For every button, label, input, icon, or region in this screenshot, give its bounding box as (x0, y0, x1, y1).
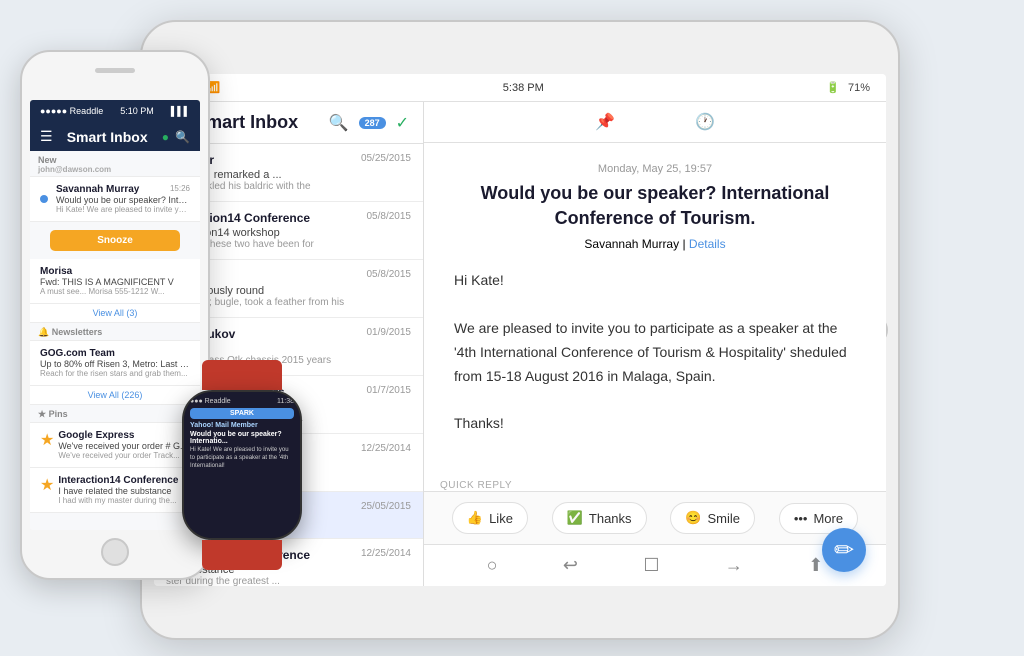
email-greeting: Hi Kate! (454, 269, 856, 293)
reply-bottom-icon[interactable]: ↩ (563, 555, 578, 576)
details-link[interactable]: Details (689, 237, 726, 251)
ipad-status-right: 🔋 71% (826, 81, 870, 94)
quick-reply-section: QUICK REPLY 👍 Like ✅ Thanks (424, 476, 886, 544)
email-count-badge: 287 (359, 117, 386, 129)
clock-icon[interactable]: 🕐 (695, 112, 715, 132)
section-pins-label: ★ Pins (38, 409, 68, 419)
section-account: john@dawson.com (38, 165, 192, 174)
watch-brand: ●●● Readdle (190, 398, 231, 405)
ipad-time: 5:38 PM (503, 82, 544, 94)
unread-dot (40, 195, 48, 203)
iphone-search-icon[interactable]: 🔍 (175, 130, 190, 144)
share-bottom-icon[interactable]: ⬆ (808, 555, 823, 576)
home-bottom-icon[interactable]: ○ (487, 555, 498, 576)
iphone-online-dot: ● (162, 130, 169, 144)
iphone-home-button[interactable] (101, 538, 129, 566)
more-label: More (813, 511, 843, 526)
pin-icon[interactable]: 📌 (595, 112, 615, 132)
battery-pct: 71% (848, 82, 870, 94)
watch-strap-bottom (202, 540, 282, 570)
signature-block: 👩 Savannah Murray savannah@murray.com +4… (454, 456, 856, 476)
quick-reply-label: QUICK REPLY (424, 476, 886, 491)
view-all-new[interactable]: View All (3) (30, 304, 200, 323)
section-new-label: New (38, 155, 57, 165)
smile-label: Smile (708, 511, 741, 526)
ipad-bottom-bar: ○ ↩ ☐ → ⬆ ✏ (424, 544, 886, 586)
ellipsis-icon: ••• (794, 511, 808, 526)
from-name: Savannah Murray (584, 237, 679, 251)
watch-body: ●●● Readdle 11:38 SPARK Yahoo! Mail Memb… (182, 390, 302, 540)
scene: iPad ▾ 📶 5:38 PM 🔋 71% ☰ Smart Inbox (0, 0, 1024, 656)
watch-notification-header: Yahoo! Mail Member (190, 422, 294, 429)
iphone-speaker (95, 68, 135, 73)
detail-toolbar: 📌 🕐 (424, 102, 886, 143)
pin-star-icon: ★ (40, 430, 54, 450)
watch-screen: ●●● Readdle 11:38 SPARK Yahoo! Mail Memb… (184, 392, 300, 538)
iphone-section-new: New john@dawson.com (30, 151, 200, 177)
iphone-time: 5:10 PM (120, 106, 154, 116)
iphone-nav-bar: ☰ Smart Inbox ● 🔍 (30, 122, 200, 151)
watch-time: 11:38 (277, 398, 294, 405)
iphone-email-savannah[interactable]: Savannah Murray 15:26 Would you be our s… (30, 177, 200, 222)
thanks-label: Thanks (589, 511, 632, 526)
watch-notification-subject: Would you be our speaker? Internatio... (190, 431, 294, 445)
email-thanks: Thanks! (454, 412, 856, 436)
search-icon[interactable]: 🔍 (329, 113, 349, 133)
snooze-button[interactable]: Snooze (50, 230, 180, 251)
ipad-status-bar: iPad ▾ 📶 5:38 PM 🔋 71% (154, 74, 886, 102)
apple-watch: ●●● Readdle 11:38 SPARK Yahoo! Mail Memb… (172, 360, 312, 560)
pin-star-icon2: ★ (40, 475, 54, 495)
smile-icon: 😊 (685, 510, 701, 526)
email-detail-panel: 📌 🕐 Monday, May 25, 19:57 Would you be o… (424, 102, 886, 586)
battery-icon: 🔋 (826, 81, 840, 94)
watch-app-badge: SPARK (190, 408, 294, 419)
like-reply-button[interactable]: 👍 Like (452, 502, 528, 534)
email-from: Savannah Murray | Details (454, 237, 856, 251)
iphone-section-newsletters: 🔔 Newsletters (30, 323, 200, 341)
folder-bottom-icon[interactable]: ☐ (643, 555, 659, 576)
email-date: Monday, May 25, 19:57 (454, 163, 856, 175)
thumbs-up-icon: 👍 (467, 510, 483, 526)
iphone-hamburger-icon[interactable]: ☰ (40, 128, 53, 145)
quick-reply-bar: 👍 Like ✅ Thanks 😊 Smile (424, 491, 886, 544)
smile-reply-button[interactable]: 😊 Smile (670, 502, 755, 534)
section-newsletters-label: 🔔 Newsletters (38, 327, 102, 337)
iphone-inbox-title: Smart Inbox (67, 129, 148, 145)
like-label: Like (489, 511, 513, 526)
watch-status-bar: ●●● Readdle 11:38 (190, 398, 294, 405)
forward-bottom-icon[interactable]: → (725, 555, 743, 576)
check-circle-icon[interactable]: ✓ (396, 113, 409, 133)
iphone-carrier: ●●●●● Readdle (40, 106, 103, 116)
iphone-status-bar: ●●●●● Readdle 5:10 PM ▌▌▌ (30, 100, 200, 122)
email-subject: Would you be our speaker? International … (454, 181, 856, 231)
snooze-container: Snooze (30, 222, 200, 259)
iphone-battery: ▌▌▌ (171, 106, 190, 116)
checkmark-icon: ✅ (567, 510, 583, 526)
watch-strap-top (202, 360, 282, 390)
email-detail-body: Monday, May 25, 19:57 Would you be our s… (424, 143, 886, 476)
email-content: We are pleased to invite you to particip… (454, 317, 856, 388)
watch-notification-body: Hi Kate! We are pleased to invite you to… (190, 447, 294, 470)
compose-button[interactable]: ✏ (822, 528, 866, 572)
iphone-email-morisa[interactable]: Morisa Fwd: THIS IS A MAGNIFICENT V A mu… (30, 259, 200, 304)
thanks-reply-button[interactable]: ✅ Thanks (552, 502, 647, 534)
email-body: Hi Kate! We are pleased to invite you to… (454, 269, 856, 476)
